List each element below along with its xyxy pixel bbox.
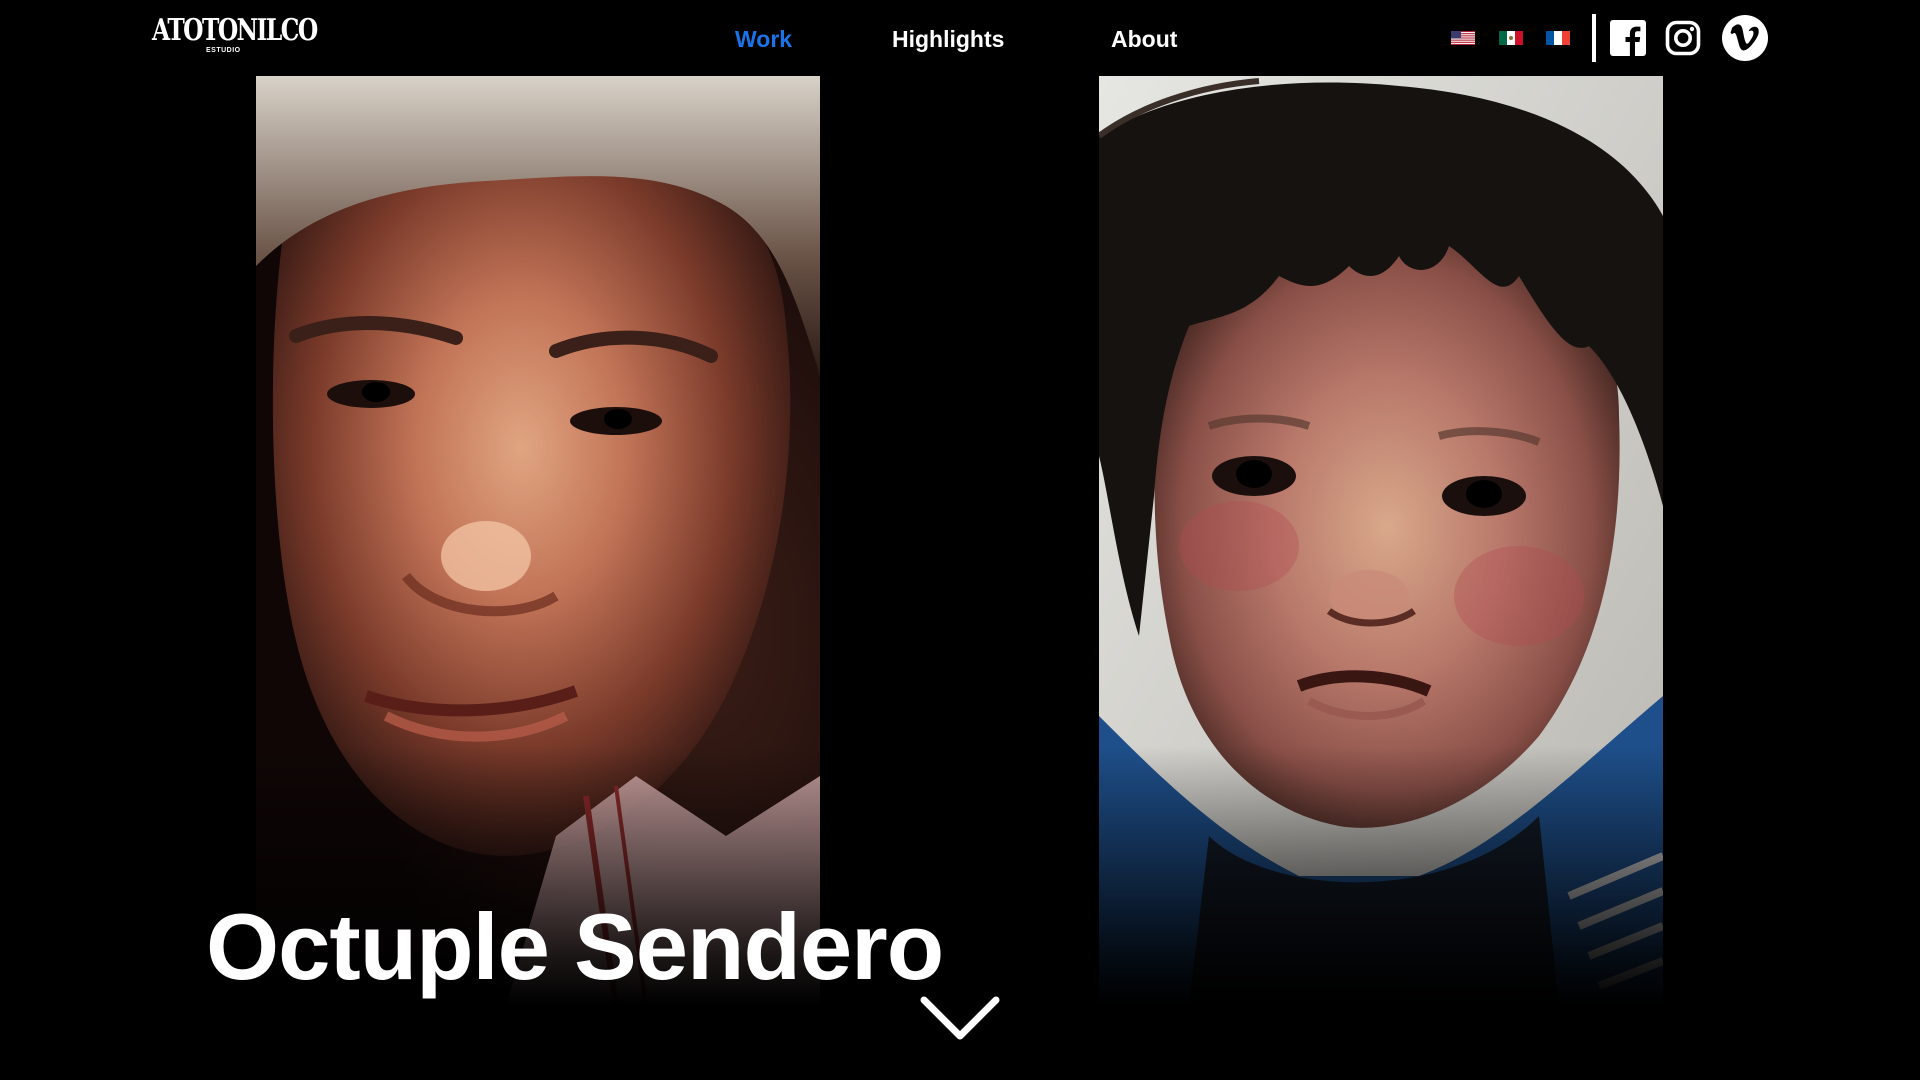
nav-item-work[interactable]: Work bbox=[735, 22, 792, 56]
portrait-young-man bbox=[256, 76, 820, 1006]
france-flag-icon[interactable] bbox=[1546, 31, 1570, 45]
logo[interactable]: ATOTONILCO ESTUDIO bbox=[152, 14, 318, 58]
instagram-icon[interactable] bbox=[1665, 20, 1701, 56]
nav-item-highlights[interactable]: Highlights bbox=[892, 22, 1004, 56]
hero-title: Octuple Sendero bbox=[206, 893, 944, 999]
nav-item-about[interactable]: About bbox=[1111, 22, 1177, 56]
page: ATOTONILCO ESTUDIO Work Highlights About bbox=[0, 0, 1920, 1080]
vimeo-icon[interactable] bbox=[1722, 15, 1768, 61]
portrait-fade bbox=[1099, 746, 1663, 1006]
portrait-child bbox=[1099, 76, 1663, 1006]
logo-text: ATOTONILCO bbox=[152, 13, 318, 48]
chevron-down-icon[interactable] bbox=[918, 994, 1002, 1044]
facebook-icon[interactable] bbox=[1610, 20, 1646, 56]
site-header: ATOTONILCO ESTUDIO Work Highlights About bbox=[0, 0, 1920, 76]
logo-subtext: ESTUDIO bbox=[206, 47, 241, 54]
us-flag-icon[interactable] bbox=[1451, 31, 1475, 45]
mexico-flag-icon[interactable] bbox=[1499, 31, 1523, 45]
header-divider bbox=[1592, 14, 1596, 62]
